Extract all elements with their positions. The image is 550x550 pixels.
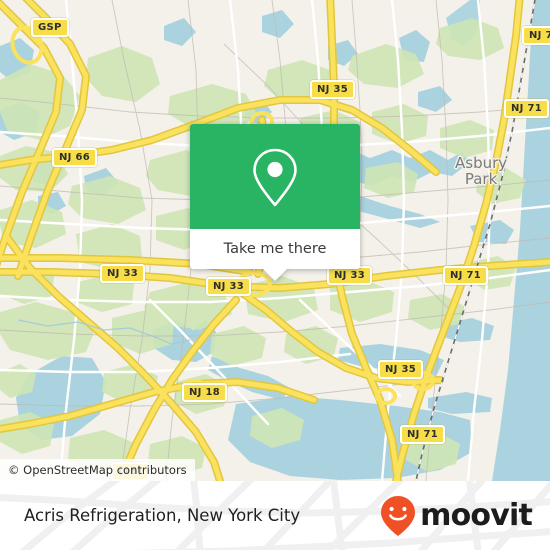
highway-shield[interactable]: NJ 33 xyxy=(206,277,251,296)
highway-shield[interactable]: NJ 71 xyxy=(443,266,488,285)
highway-shield[interactable]: NJ 71 xyxy=(400,425,445,444)
moovit-wordmark: moovit xyxy=(420,497,533,533)
callout-tail xyxy=(263,269,287,281)
highway-shield[interactable]: NJ 71 xyxy=(522,26,550,45)
callout-icon-panel xyxy=(190,124,360,229)
highway-shield[interactable]: NJ 33 xyxy=(100,264,145,283)
map-pin-icon xyxy=(253,148,297,206)
place-label-line1: Asbury xyxy=(455,154,508,172)
place-label-asbury-park: Asbury Park xyxy=(455,155,507,187)
location-callout-card[interactable]: Take me there xyxy=(190,124,360,281)
moovit-logo[interactable]: moovit xyxy=(378,494,533,538)
map-result-screenshot: GSP NJ 71 NJ 35 NJ 71 NJ 66 NJ 71 NJ 33 … xyxy=(0,0,550,550)
location-caption: Acris Refrigeration, New York City xyxy=(24,505,301,525)
highway-shield[interactable]: GSP xyxy=(31,18,69,37)
footer-bar: Acris Refrigeration, New York City moovi… xyxy=(0,481,550,550)
map-viewport[interactable]: GSP NJ 71 NJ 35 NJ 71 NJ 66 NJ 71 NJ 33 … xyxy=(0,0,550,481)
highway-shield[interactable]: NJ 35 xyxy=(378,360,423,379)
moovit-smiley-pin-icon xyxy=(381,495,416,536)
footer-content-row: Acris Refrigeration, New York City moovi… xyxy=(0,481,550,550)
take-me-there-label: Take me there xyxy=(223,241,327,257)
highway-shield[interactable]: NJ 66 xyxy=(52,148,97,167)
place-label-line2: Park xyxy=(464,170,498,188)
highway-shield[interactable]: NJ 71 xyxy=(504,99,549,118)
osm-attribution[interactable]: © OpenStreetMap contributors xyxy=(0,459,195,481)
highway-shield[interactable]: NJ 35 xyxy=(310,80,355,99)
highway-shield[interactable]: NJ 18 xyxy=(182,383,227,402)
callout-action-panel[interactable]: Take me there xyxy=(190,229,360,281)
